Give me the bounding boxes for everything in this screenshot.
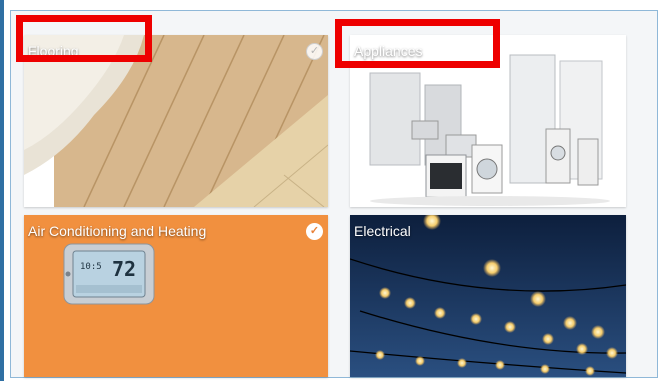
thermostat-time: 10:5 [80,262,102,272]
thermostat-temperature: 72 [112,257,137,281]
thermostat-image [24,215,328,377]
tile-label-electrical: Electrical [354,223,411,239]
category-tile-air-conditioning[interactable]: 10:5 72 Air Conditioning and Heating ✓ [24,215,328,377]
highlight-box-appliances [335,19,500,68]
string-lights-image [350,215,626,377]
tile-label-air-conditioning: Air Conditioning and Heating [28,223,207,239]
check-icon[interactable]: ✓ [306,43,323,60]
category-tile-electrical[interactable]: Electrical [350,215,626,377]
category-grid: Flooring ✓ Appliances 10:5 72 Air Condit… [10,10,658,378]
check-icon[interactable]: ✓ [306,223,323,240]
window-edge [0,0,4,381]
highlight-box-flooring [16,15,152,62]
